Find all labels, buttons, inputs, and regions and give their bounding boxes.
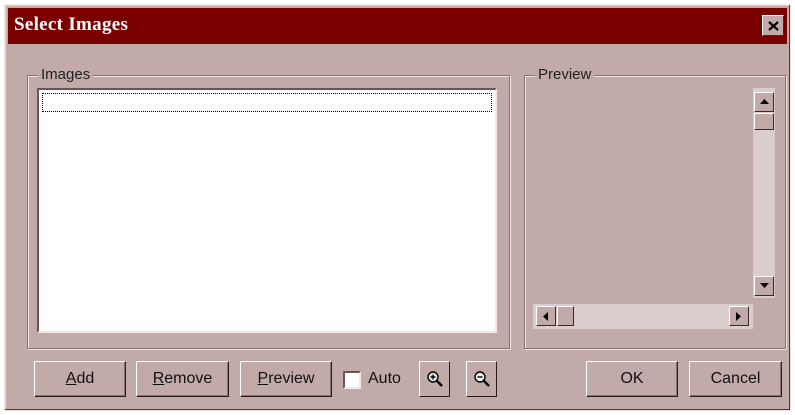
zoom-in-button[interactable] [419, 361, 450, 397]
arrow-right-icon [736, 311, 741, 321]
zoom-out-button[interactable] [466, 361, 497, 397]
add-button[interactable]: Add [34, 361, 126, 397]
preview-pane [531, 88, 755, 337]
cancel-button[interactable]: Cancel [689, 361, 782, 397]
close-icon [767, 20, 779, 31]
preview-group-label: Preview [535, 66, 595, 84]
window-title: Select Images [14, 14, 129, 35]
zoom-in-icon [426, 371, 443, 387]
images-group-label: Images [38, 66, 94, 84]
arrow-left-icon [543, 311, 548, 321]
add-accelerator: A [65, 370, 77, 387]
arrow-down-icon [759, 283, 769, 288]
arrow-up-icon [759, 99, 769, 104]
auto-checkbox-label[interactable]: Auto [368, 370, 401, 388]
remove-label: emove [164, 370, 213, 387]
scroll-right-button[interactable] [729, 306, 749, 326]
zoom-out-icon [473, 371, 490, 387]
preview-button[interactable]: Preview [240, 361, 332, 397]
remove-button[interactable]: Remove [136, 361, 229, 397]
vertical-scroll-thumb[interactable] [754, 113, 774, 130]
scroll-up-button[interactable] [754, 92, 774, 112]
horizontal-scrollbar[interactable] [533, 304, 753, 329]
list-focus-row[interactable] [42, 93, 492, 112]
preview-label: review [268, 370, 315, 387]
horizontal-scroll-thumb[interactable] [557, 306, 574, 326]
auto-checkbox[interactable] [343, 371, 361, 389]
ok-label: OK [620, 370, 644, 387]
add-label: dd [76, 370, 95, 387]
scroll-down-button[interactable] [754, 276, 774, 296]
vertical-scrollbar[interactable] [753, 88, 775, 298]
title-bar[interactable]: Select Images [8, 8, 787, 44]
preview-accelerator: P [257, 370, 269, 387]
images-listbox[interactable] [37, 88, 497, 333]
ok-button[interactable]: OK [586, 361, 678, 397]
remove-accelerator: R [152, 370, 165, 387]
cancel-label: Cancel [710, 370, 761, 387]
close-button[interactable] [762, 15, 784, 36]
scroll-left-button[interactable] [536, 306, 556, 326]
